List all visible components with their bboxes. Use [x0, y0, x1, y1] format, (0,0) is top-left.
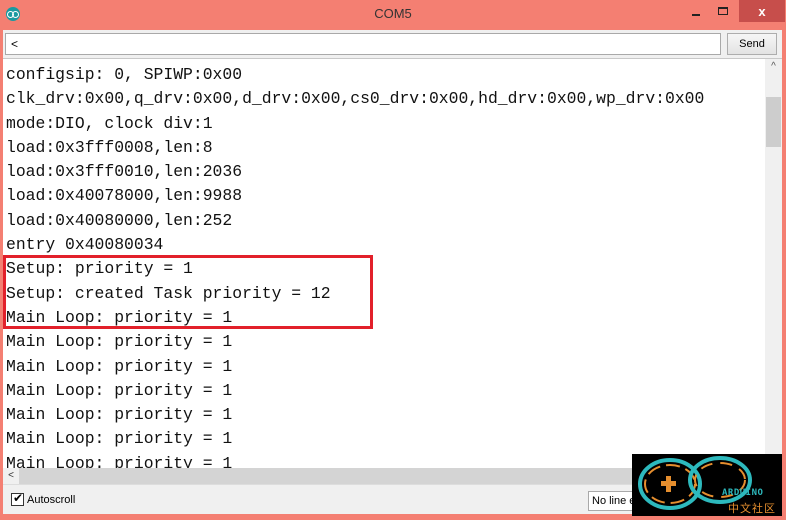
- output-line: configsip: 0, SPIWP:0x00: [6, 65, 243, 84]
- scroll-left-icon[interactable]: <: [3, 468, 19, 484]
- vertical-scrollbar[interactable]: ^: [765, 59, 782, 469]
- output-line: Setup: priority = 1: [6, 259, 193, 279]
- output-line: mode:DIO, clock div:1: [6, 113, 213, 133]
- window-title: COM5: [374, 6, 412, 21]
- maximize-icon: [718, 7, 728, 15]
- output-lines: configsip: 0, SPIWP:0x00 clk_drv:0x00,q_d…: [6, 63, 766, 468]
- watermark-brand: ARDUINO: [722, 488, 764, 498]
- output-line: entry 0x40080034: [6, 235, 164, 255]
- watermark-subtitle: 中文社区: [728, 502, 776, 515]
- output-line: Setup: created Task priority = 12: [6, 283, 331, 303]
- minimize-button[interactable]: [683, 0, 709, 22]
- minimize-icon: [692, 14, 700, 16]
- output-line: load:0x3fff0010,len:2036: [6, 162, 243, 182]
- output-line: Main Loop: priority = 1: [6, 356, 233, 376]
- output-line: load:0x40078000,len:9988: [6, 186, 243, 206]
- title-bar[interactable]: COM5 x: [0, 0, 786, 30]
- autoscroll-checkbox[interactable]: [11, 491, 24, 506]
- autoscroll-label: Autoscroll: [27, 493, 76, 506]
- output-line: clk_drv:0x00,q_drv:0x00,d_drv:0x00,cs0_d…: [6, 89, 705, 109]
- output-line: load:0x3fff0008,len:8: [6, 137, 213, 157]
- serial-monitor-window: COM5 x Send configsip: 0, SPIWP:0x00 clk_…: [0, 0, 786, 520]
- send-row: Send: [3, 30, 782, 58]
- output-line: Main Loop: priority = 1: [6, 380, 233, 400]
- serial-output-area[interactable]: configsip: 0, SPIWP:0x00 clk_drv:0x00,q_d…: [3, 58, 782, 469]
- output-line: Main Loop: priority = 1: [6, 429, 233, 449]
- plus-icon-bar: [661, 481, 676, 486]
- arduino-cn-watermark: ARDUINO 中文社区: [632, 454, 782, 516]
- send-button[interactable]: Send: [727, 33, 777, 55]
- output-line: Main Loop: priority = 1: [6, 307, 233, 327]
- output-line: Main Loop: priority = 1: [6, 405, 233, 425]
- output-line: load:0x40080000,len:252: [6, 210, 233, 230]
- maximize-button[interactable]: [710, 0, 736, 22]
- autoscroll-toggle[interactable]: Autoscroll: [11, 491, 76, 506]
- close-button[interactable]: x: [739, 0, 785, 22]
- scroll-up-icon[interactable]: ^: [765, 61, 782, 75]
- vertical-scroll-thumb[interactable]: [766, 97, 781, 147]
- serial-send-input[interactable]: [5, 33, 721, 55]
- output-line: Main Loop: priority = 1: [6, 332, 233, 352]
